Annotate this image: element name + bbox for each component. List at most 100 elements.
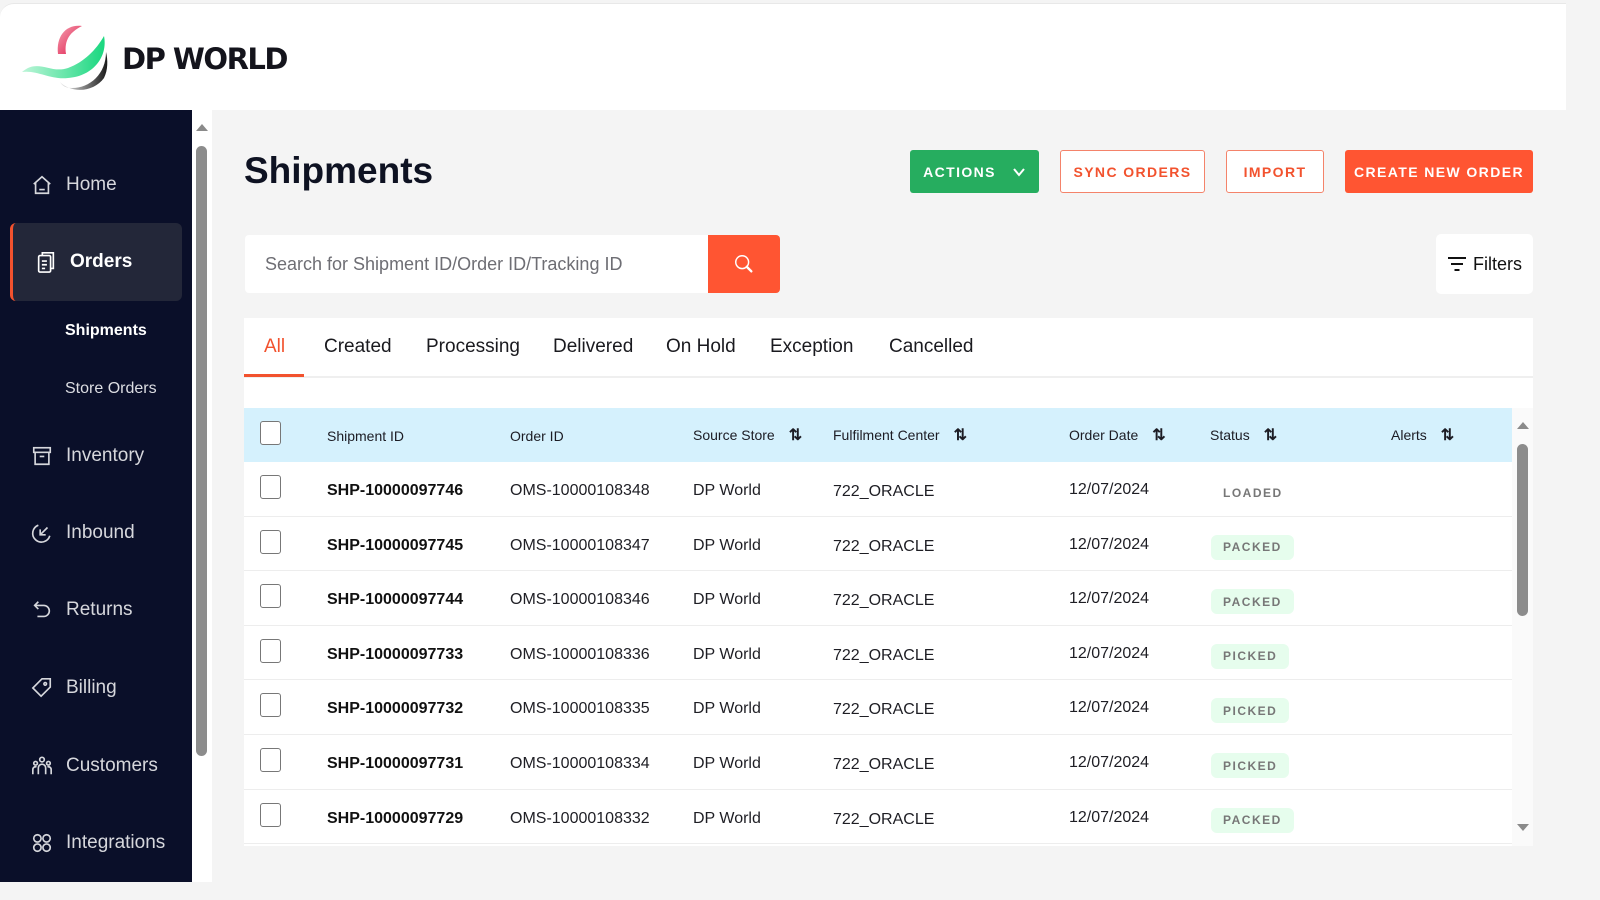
tab-on-hold[interactable]: On Hold <box>666 336 736 358</box>
scrollbar-thumb[interactable] <box>196 146 207 756</box>
row-checkbox[interactable] <box>260 584 281 609</box>
cell-shipment-id[interactable]: SHP-10000097729 <box>327 810 463 828</box>
integrations-grid-icon <box>30 831 54 855</box>
cell-shipment-id[interactable]: SHP-10000097744 <box>327 591 463 609</box>
cell-order-date: 12/07/2024 <box>1069 754 1150 771</box>
scroll-up-arrow-icon[interactable] <box>1517 422 1529 429</box>
status-badge: PICKED <box>1211 643 1290 669</box>
price-tag-icon <box>30 676 54 700</box>
brand-logo[interactable]: DP WORLD <box>20 22 288 96</box>
table-row[interactable]: SHP-10000097744 OMS-10000108346 DP World 72… <box>244 571 1512 626</box>
sort-icon[interactable]: ⇅ <box>1441 425 1455 445</box>
tab-cancelled[interactable]: Cancelled <box>889 336 974 358</box>
column-header-order-date[interactable]: Order Date ⇅ <box>1069 425 1166 445</box>
table-row[interactable]: SHP-10000097733 OMS-10000108336 DP World 72… <box>244 626 1512 681</box>
chevron-down-icon <box>1013 167 1025 177</box>
row-checkbox[interactable] <box>260 693 281 718</box>
sort-icon[interactable]: ⇅ <box>1264 425 1278 445</box>
tab-all[interactable]: All <box>264 336 285 358</box>
customers-icon <box>30 754 54 778</box>
sidebar-scrollbar[interactable] <box>192 110 212 882</box>
sidebar-item-home[interactable]: Home <box>10 162 182 208</box>
sort-icon[interactable]: ⇅ <box>1152 425 1166 445</box>
cell-order-id: OMS-10000108334 <box>510 755 650 772</box>
cell-order-id: OMS-10000108336 <box>510 645 650 663</box>
sort-icon[interactable]: ⇅ <box>789 425 803 445</box>
cell-order-id: OMS-10000108348 <box>510 482 650 499</box>
table-scrollbar[interactable] <box>1512 408 1533 846</box>
sidebar-item-returns[interactable]: Returns <box>10 587 182 633</box>
create-new-order-button[interactable]: CREATE NEW ORDER <box>1345 150 1533 193</box>
return-arrow-icon <box>30 598 54 622</box>
scroll-down-arrow-icon[interactable] <box>1517 824 1529 831</box>
status-tabs: All Created Processing Delivered On Hold… <box>244 318 1533 378</box>
tab-exception[interactable]: Exception <box>770 336 853 358</box>
status-badge: PICKED <box>1211 753 1290 778</box>
row-checkbox[interactable] <box>260 638 281 663</box>
column-header-alerts[interactable]: Alerts ⇅ <box>1391 425 1455 445</box>
column-header-status[interactable]: Status ⇅ <box>1210 425 1278 445</box>
cell-order-id: OMS-10000108332 <box>510 809 650 827</box>
sidebar-item-label: Customers <box>66 755 158 776</box>
column-label: Fulfilment Center <box>833 427 940 443</box>
cell-shipment-id[interactable]: SHP-10000097746 <box>327 482 463 500</box>
cell-order-date: 12/07/2024 <box>1069 590 1150 608</box>
sidebar-item-customers[interactable]: Customers <box>10 743 182 789</box>
cell-order-date: 12/07/2024 <box>1069 699 1150 717</box>
row-checkbox[interactable] <box>260 748 281 772</box>
shipments-table: Shipment ID Order ID Source Store ⇅ Fulf… <box>244 378 1533 846</box>
row-checkbox[interactable] <box>260 802 281 827</box>
cell-shipment-id[interactable]: SHP-10000097745 <box>327 537 463 555</box>
sidebar-subitem-shipments[interactable]: Shipments <box>65 322 147 340</box>
sidebar-item-inbound[interactable]: Inbound <box>10 510 182 556</box>
sidebar-item-label: Home <box>66 174 117 195</box>
search-field <box>245 235 708 293</box>
actions-label: ACTIONS <box>923 163 996 180</box>
table-row[interactable]: SHP-10000097731 OMS-10000108334 DP World 72… <box>244 735 1512 790</box>
cell-source-store: DP World <box>693 700 761 718</box>
top-header: DP WORLD <box>0 3 1566 110</box>
column-header-source-store[interactable]: Source Store ⇅ <box>693 425 803 445</box>
sort-icon[interactable]: ⇅ <box>954 425 968 445</box>
table-row[interactable]: SHP-10000097729 OMS-10000108332 DP World 72… <box>244 790 1512 845</box>
cell-shipment-id[interactable]: SHP-10000097732 <box>327 700 463 718</box>
sidebar-item-label: Inventory <box>66 445 145 466</box>
table-row[interactable]: SHP-10000097732 OMS-10000108335 DP World 72… <box>244 680 1512 735</box>
cell-shipment-id[interactable]: SHP-10000097733 <box>327 646 463 664</box>
tab-delivered[interactable]: Delivered <box>553 336 633 358</box>
table-row[interactable]: SHP-10000097745 OMS-10000108347 DP World 72… <box>244 517 1512 572</box>
status-badge: PACKED <box>1211 807 1294 833</box>
page-title: Shipments <box>244 150 434 191</box>
select-all-checkbox[interactable] <box>260 421 281 445</box>
sidebar-subitem-store-orders[interactable]: Store Orders <box>65 380 157 398</box>
sidebar-item-label: Returns <box>66 599 133 620</box>
import-button[interactable]: IMPORT <box>1226 150 1324 193</box>
sidebar-item-billing[interactable]: Billing <box>10 665 182 711</box>
tab-processing[interactable]: Processing <box>426 336 520 358</box>
scroll-up-arrow-icon[interactable] <box>196 124 208 131</box>
orders-icon <box>34 250 58 274</box>
actions-dropdown-button[interactable]: ACTIONS <box>910 150 1039 193</box>
column-header-fulfilment-center[interactable]: Fulfilment Center ⇅ <box>833 425 968 445</box>
home-icon <box>30 173 54 197</box>
brand-name: DP WORLD <box>122 42 288 76</box>
row-checkbox[interactable] <box>260 529 281 554</box>
sidebar-item-inventory[interactable]: Inventory <box>10 433 182 479</box>
sidebar-item-orders[interactable]: Orders <box>10 223 182 301</box>
column-header-shipment-id[interactable]: Shipment ID <box>327 428 404 444</box>
status-badge: PACKED <box>1211 589 1294 615</box>
search-button[interactable] <box>708 235 780 293</box>
search-input[interactable] <box>245 235 708 293</box>
filters-button[interactable]: Filters <box>1436 234 1533 294</box>
table-row[interactable]: SHP-10000097746 OMS-10000108348 DP World 72… <box>244 462 1512 517</box>
column-label: Shipment ID <box>327 428 405 444</box>
tab-created[interactable]: Created <box>324 336 392 358</box>
status-badge: PICKED <box>1211 698 1290 724</box>
scrollbar-thumb[interactable] <box>1517 444 1528 616</box>
cell-order-id: OMS-10000108335 <box>510 700 650 718</box>
sync-orders-button[interactable]: SYNC ORDERS <box>1060 150 1205 193</box>
sidebar-item-integrations[interactable]: Integrations <box>10 820 182 866</box>
row-checkbox[interactable] <box>260 475 281 499</box>
column-header-order-id[interactable]: Order ID <box>510 428 564 444</box>
cell-shipment-id[interactable]: SHP-10000097731 <box>327 755 463 773</box>
